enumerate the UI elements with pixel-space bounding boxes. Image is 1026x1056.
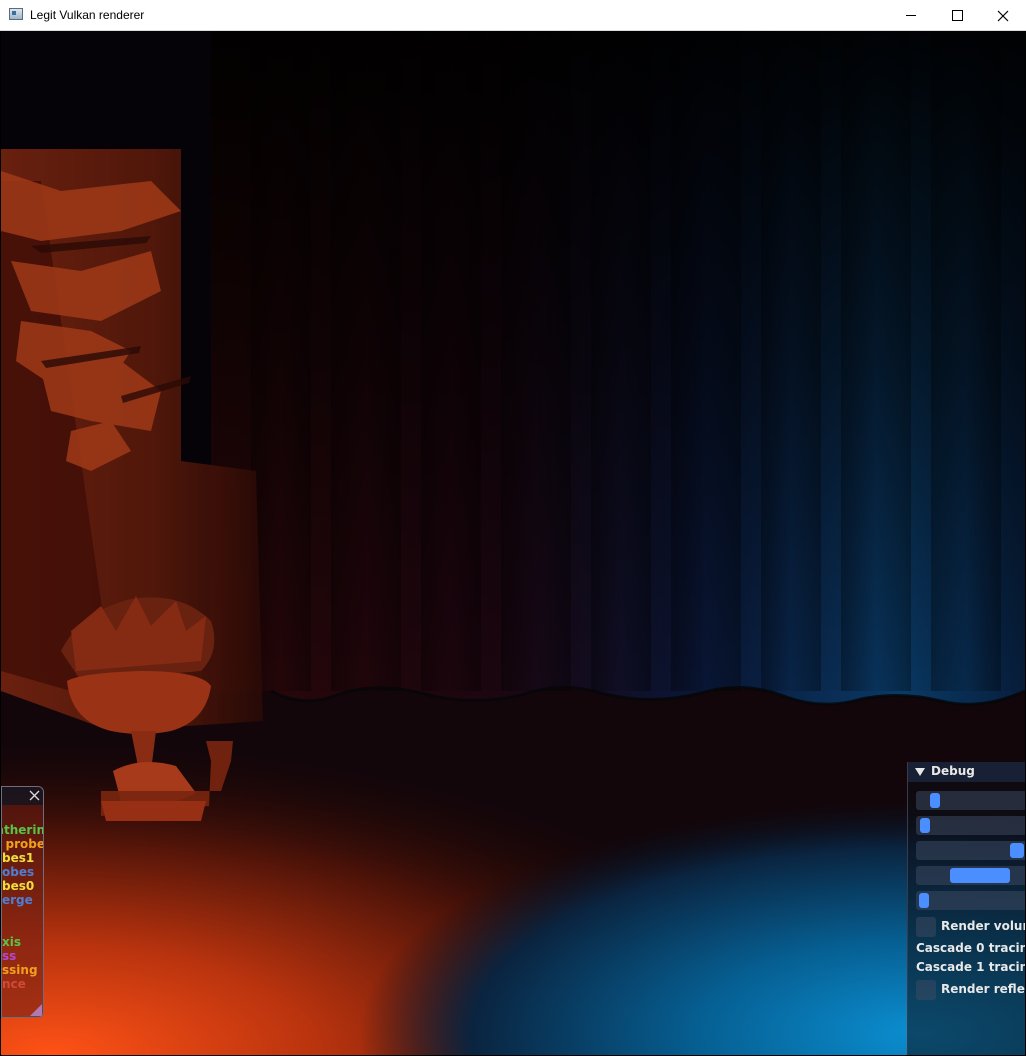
stats-list: athering probebes1obesbes0erge xisssssing… [2,823,44,991]
stats-line [2,907,43,921]
cascade1-text: Cascade 1 tracing d [916,960,1025,974]
stats-window-titlebar[interactable] [2,787,43,805]
stats-line-label: ssing [2,963,38,977]
debug-slider-5[interactable] [916,891,1025,910]
close-icon[interactable] [29,790,40,801]
stats-line: nce [2,977,43,991]
slider-grab[interactable] [930,793,941,808]
stats-line: atherin [2,823,44,837]
debug-panel[interactable]: Debug Render volume Cascade 0 tracing d … [907,762,1025,1055]
slider-grab[interactable] [919,893,929,908]
debug-slider-3[interactable] [916,841,1025,860]
maximize-icon [951,10,963,21]
debug-slider-4[interactable] [916,866,1025,885]
render-viewport[interactable]: athering probebes1obesbes0erge xisssssing… [1,31,1025,1055]
stats-line-label: xis [2,935,21,949]
minimize-button[interactable] [888,0,934,31]
stats-line-label: g probe [2,837,44,851]
stats-line: bes0 [2,879,43,893]
stats-line-label: erge [2,893,33,907]
slider-grab[interactable] [920,818,931,833]
maximize-button[interactable] [934,0,980,31]
stats-line [2,921,43,935]
profiler-stats-window[interactable]: athering probebes1obesbes0erge xisssssing… [1,786,44,1018]
stats-line: g probe [2,837,44,851]
stats-line: ss [2,949,43,963]
render-volume-label: Render volume [941,919,1025,933]
debug-panel-title: Debug [931,764,975,778]
debug-slider-2[interactable] [916,816,1025,835]
scene-render [1,31,1025,1055]
slider-grab[interactable] [1010,843,1025,858]
render-reflect-label: Render reflect [941,982,1025,996]
close-icon [997,10,1009,21]
stats-line: erge [2,893,43,907]
debug-panel-header[interactable]: Debug [908,762,1025,782]
window-title: Legit Vulkan renderer [30,8,145,22]
close-button[interactable] [980,0,1026,31]
minimize-icon [906,15,916,16]
stats-line: xis [2,935,43,949]
collapse-arrow-icon[interactable] [915,768,925,776]
stats-line-label: nce [2,977,26,991]
cascade0-text: Cascade 0 tracing d [916,941,1025,955]
stats-line-label: atherin [2,823,44,837]
stats-line-label: obes [2,865,35,879]
render-reflect-checkbox[interactable] [916,980,936,1000]
stats-line: bes1 [2,851,43,865]
debug-slider-1[interactable] [916,791,1025,810]
stats-line: ssing [2,963,43,977]
stats-line-label: bes1 [2,851,35,865]
slider-grab[interactable] [949,868,1010,883]
title-bar[interactable]: Legit Vulkan renderer [0,0,1026,31]
stats-line-label: bes0 [2,879,35,893]
app-window-icon [9,8,23,20]
stats-line-label: ss [2,949,17,963]
resize-grip[interactable] [30,1004,42,1016]
stats-line: obes [2,865,43,879]
render-volume-checkbox[interactable] [916,917,936,937]
